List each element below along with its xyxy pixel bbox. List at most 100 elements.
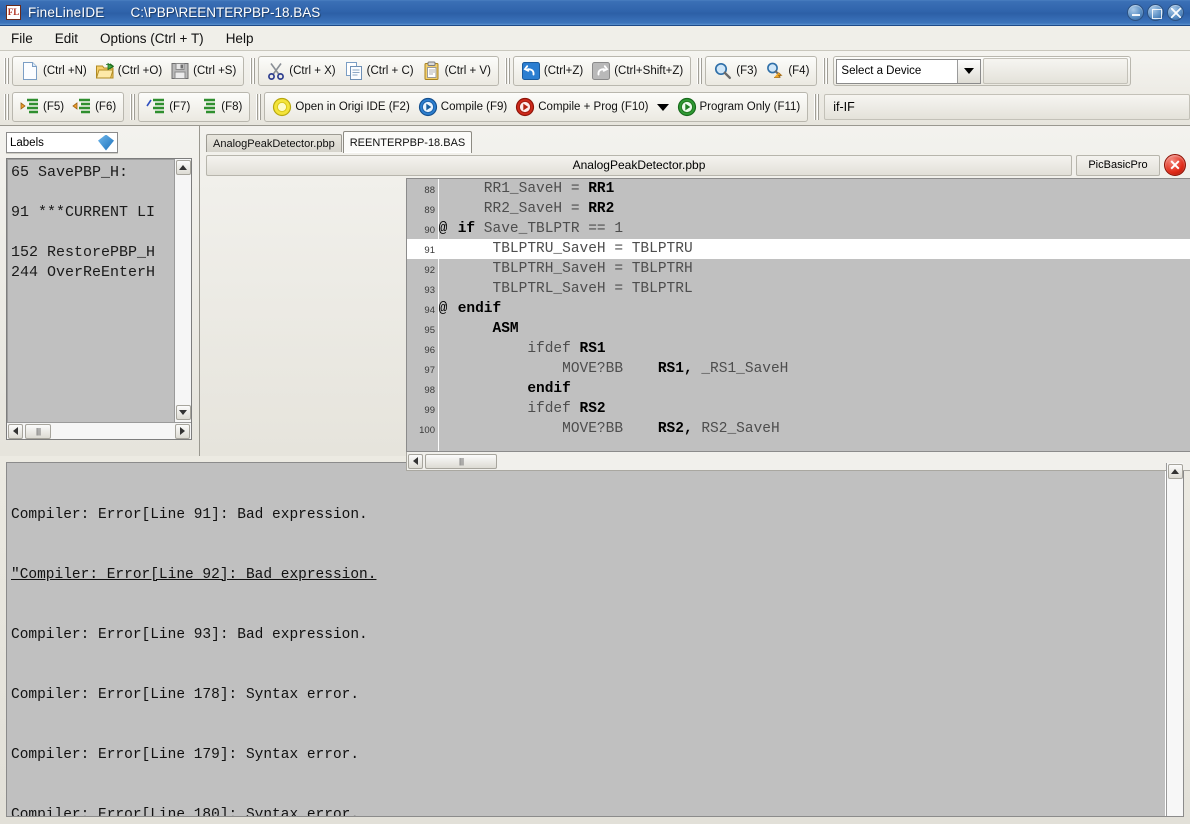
- diamond-dropdown-icon[interactable]: [98, 135, 114, 151]
- undo-button[interactable]: (Ctrl+Z): [517, 58, 587, 84]
- code-line[interactable]: 93 TBLPTRL_SaveH = TBLPTRL: [407, 279, 1190, 299]
- tab-analogpeakdetector[interactable]: AnalogPeakDetector.pbp: [206, 134, 342, 152]
- close-document-button[interactable]: ✕: [1164, 154, 1186, 176]
- output-line-selected[interactable]: "Compiler: Error[Line 92]: Bad expressio…: [11, 565, 1165, 585]
- menu-item-file[interactable]: File: [0, 29, 44, 48]
- paste-button[interactable]: (Ctrl + V): [418, 58, 495, 84]
- new-file-button[interactable]: (Ctrl +N): [16, 58, 91, 84]
- label-line-number: 152: [11, 244, 38, 261]
- compiler-output-box[interactable]: Compiler: Error[Line 91]: Bad expression…: [6, 462, 1184, 817]
- compile-label: Compile (F9): [441, 101, 507, 113]
- chevron-down-icon: [657, 104, 669, 111]
- code-line[interactable]: 89 RR2_SaveH = RR2: [407, 199, 1190, 219]
- output-line[interactable]: Compiler: Error[Line 178]: Syntax error.: [11, 685, 1165, 705]
- document-title-bar[interactable]: AnalogPeakDetector.pbp: [206, 155, 1072, 176]
- editor-panel: AnalogPeakDetector.pbp REENTERPBP-18.BAS…: [200, 126, 1190, 456]
- scroll-up-arrow[interactable]: [1168, 464, 1183, 479]
- minimize-button[interactable]: [1127, 4, 1144, 21]
- scroll-left-arrow[interactable]: [8, 424, 23, 439]
- labels-hscroll-thumb[interactable]: ||||: [25, 424, 51, 439]
- labels-list[interactable]: 65 SavePBP_H: 91 ***CURRENT LI 152 Resto…: [7, 159, 174, 439]
- code-text: endif: [449, 299, 501, 319]
- output-line[interactable]: Compiler: Error[Line 180]: Syntax error.: [11, 805, 1165, 816]
- toolbar-grip[interactable]: [130, 94, 135, 120]
- comment-line-icon: [146, 97, 166, 117]
- toolbar-grip[interactable]: [814, 94, 819, 120]
- find-button[interactable]: (F3): [709, 58, 761, 84]
- scroll-up-arrow[interactable]: [176, 160, 191, 175]
- labels-horizontal-scrollbar[interactable]: ||||: [7, 422, 191, 439]
- labels-view-select[interactable]: Labels: [6, 132, 118, 153]
- indent-right-button[interactable]: (F5): [16, 94, 68, 120]
- labels-panel: Labels 65 SavePBP_H: 91 ***CURRENT LI 15…: [0, 126, 200, 456]
- code-line-current[interactable]: 91 TBLPTRU_SaveH = TBLPTRU: [407, 239, 1190, 259]
- status-text-field[interactable]: if-IF: [824, 94, 1190, 120]
- toolbar-grip[interactable]: [250, 58, 255, 84]
- labels-vertical-scrollbar[interactable]: [174, 159, 191, 439]
- code-line[interactable]: 90 @ if Save_TBLPTR == 1: [407, 219, 1190, 239]
- find-next-button[interactable]: (F4): [761, 58, 813, 84]
- open-in-original-ide-button[interactable]: Open in Origi IDE (F2): [268, 94, 413, 120]
- scroll-down-arrow[interactable]: [176, 405, 191, 420]
- output-line[interactable]: Compiler: Error[Line 93]: Bad expression…: [11, 625, 1165, 645]
- cut-button[interactable]: (Ctrl + X): [262, 58, 339, 84]
- menu-item-edit[interactable]: Edit: [44, 29, 89, 48]
- comment-line-button[interactable]: (F7): [142, 94, 194, 120]
- close-button[interactable]: [1167, 4, 1184, 21]
- code-line[interactable]: 94 @ endif: [407, 299, 1190, 319]
- code-line[interactable]: 96 ifdef RS1: [407, 339, 1190, 359]
- scroll-right-arrow[interactable]: [175, 424, 190, 439]
- compile-and-program-button[interactable]: Compile + Prog (F10): [511, 94, 652, 120]
- code-line[interactable]: 100 MOVE?BB RS2, RS2_SaveH: [407, 419, 1190, 439]
- compiler-output-text[interactable]: Compiler: Error[Line 91]: Bad expression…: [7, 463, 1166, 816]
- maximize-button[interactable]: [1147, 4, 1164, 21]
- output-line[interactable]: Compiler: Error[Line 179]: Syntax error.: [11, 745, 1165, 765]
- output-line[interactable]: Compiler: Error[Line 91]: Bad expression…: [11, 505, 1165, 525]
- label-line-number: 244: [11, 264, 38, 281]
- code-line[interactable]: 98 endif: [407, 379, 1190, 399]
- indent-left-button[interactable]: (F6): [68, 94, 120, 120]
- yellow-circle-icon: [272, 97, 292, 117]
- output-vertical-scrollbar[interactable]: [1166, 463, 1183, 816]
- build-options-dropdown[interactable]: [653, 94, 673, 120]
- code-line[interactable]: 95 ASM: [407, 319, 1190, 339]
- toolbar-area: (Ctrl +N) (Ctrl +O) (Ctrl +S): [0, 51, 1190, 126]
- compile-button[interactable]: Compile (F9): [414, 94, 511, 120]
- indent-toolbar-group: (F5) (F6): [12, 92, 124, 122]
- editor-tab-strip: AnalogPeakDetector.pbp REENTERPBP-18.BAS: [206, 130, 1186, 152]
- list-item[interactable]: 244 OverReEnterH: [11, 263, 174, 283]
- find-icon: [713, 61, 733, 81]
- tab-reenterpbp[interactable]: REENTERPBP-18.BAS: [343, 131, 473, 153]
- toolbar-grip[interactable]: [505, 58, 510, 84]
- code-editor[interactable]: 88 RR1_SaveH = RR1 89 RR2_SaveH = RR2 90…: [406, 178, 1190, 452]
- list-item[interactable]: 91 ***CURRENT LI: [11, 203, 174, 223]
- save-file-button[interactable]: (Ctrl +S): [166, 58, 240, 84]
- code-hscroll-thumb[interactable]: ||||: [425, 454, 497, 469]
- code-line[interactable]: 92 TBLPTRH_SaveH = TBLPTRH: [407, 259, 1190, 279]
- chevron-down-icon[interactable]: [957, 60, 980, 83]
- code-text: ifdef RS1: [449, 339, 606, 359]
- scroll-left-arrow[interactable]: [408, 454, 423, 469]
- menu-item-options[interactable]: Options (Ctrl + T): [89, 29, 215, 48]
- menu-bar: File Edit Options (Ctrl + T) Help: [0, 26, 1190, 51]
- toolbar-grip[interactable]: [4, 94, 9, 120]
- list-item[interactable]: 152 RestorePBP_H: [11, 243, 174, 263]
- code-line[interactable]: 97 MOVE?BB RS1, _RS1_SaveH: [407, 359, 1190, 379]
- toolbar-grip[interactable]: [4, 58, 9, 84]
- device-select[interactable]: Select a Device: [836, 59, 981, 84]
- toolbar-grip[interactable]: [697, 58, 702, 84]
- code-scroll-area[interactable]: 88 RR1_SaveH = RR1 89 RR2_SaveH = RR2 90…: [407, 179, 1190, 451]
- line-number: 88: [407, 183, 437, 199]
- program-only-button[interactable]: Program Only (F11): [673, 94, 805, 120]
- code-horizontal-scrollbar[interactable]: ||||: [406, 452, 1190, 471]
- code-line[interactable]: 99 ifdef RS2: [407, 399, 1190, 419]
- menu-item-help[interactable]: Help: [215, 29, 265, 48]
- toolbar-grip[interactable]: [823, 58, 828, 84]
- copy-button[interactable]: (Ctrl + C): [340, 58, 418, 84]
- toolbar-grip[interactable]: [256, 94, 261, 120]
- list-item[interactable]: 65 SavePBP_H:: [11, 163, 174, 183]
- code-line[interactable]: 88 RR1_SaveH = RR1: [407, 179, 1190, 199]
- open-file-button[interactable]: (Ctrl +O): [91, 58, 166, 84]
- uncomment-line-button[interactable]: (F8): [194, 94, 246, 120]
- redo-button[interactable]: (Ctrl+Shift+Z): [587, 58, 687, 84]
